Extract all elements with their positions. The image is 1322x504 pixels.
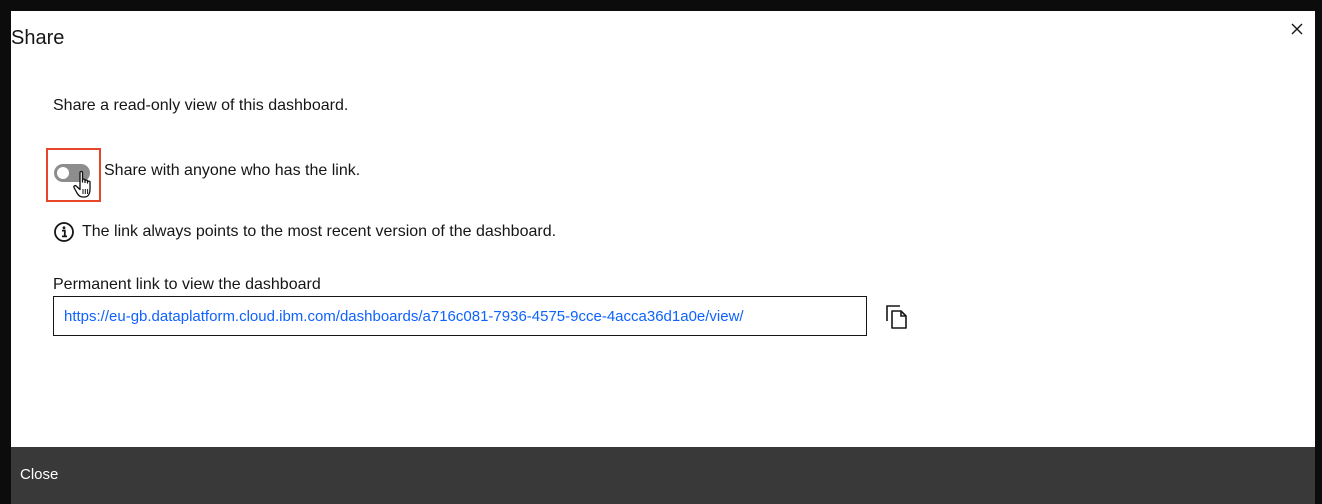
share-modal: Share Share a read-only view of this das…	[11, 11, 1315, 504]
share-toggle-label: Share with anyone who has the link.	[104, 162, 361, 179]
modal-footer: Close	[11, 447, 1315, 504]
permanent-link-label: Permanent link to view the dashboard	[53, 276, 321, 293]
close-button[interactable]	[1287, 19, 1307, 39]
share-description: Share a read-only view of this dashboard…	[53, 97, 349, 114]
toggle-knob	[57, 167, 69, 179]
footer-close-button[interactable]: Close	[20, 466, 58, 483]
share-toggle-row: Share with anyone who has the link.	[46, 148, 360, 202]
permanent-link-field[interactable]	[53, 296, 867, 336]
info-notice: The link always points to the most recen…	[54, 222, 556, 242]
modal-title: Share	[11, 27, 65, 49]
copy-icon	[886, 305, 907, 329]
info-icon	[54, 222, 74, 242]
share-toggle[interactable]	[46, 148, 101, 202]
close-icon	[1291, 23, 1303, 35]
hand-pointer-icon	[73, 170, 91, 198]
info-text: The link always points to the most recen…	[82, 223, 557, 240]
copy-link-button[interactable]	[885, 304, 909, 330]
